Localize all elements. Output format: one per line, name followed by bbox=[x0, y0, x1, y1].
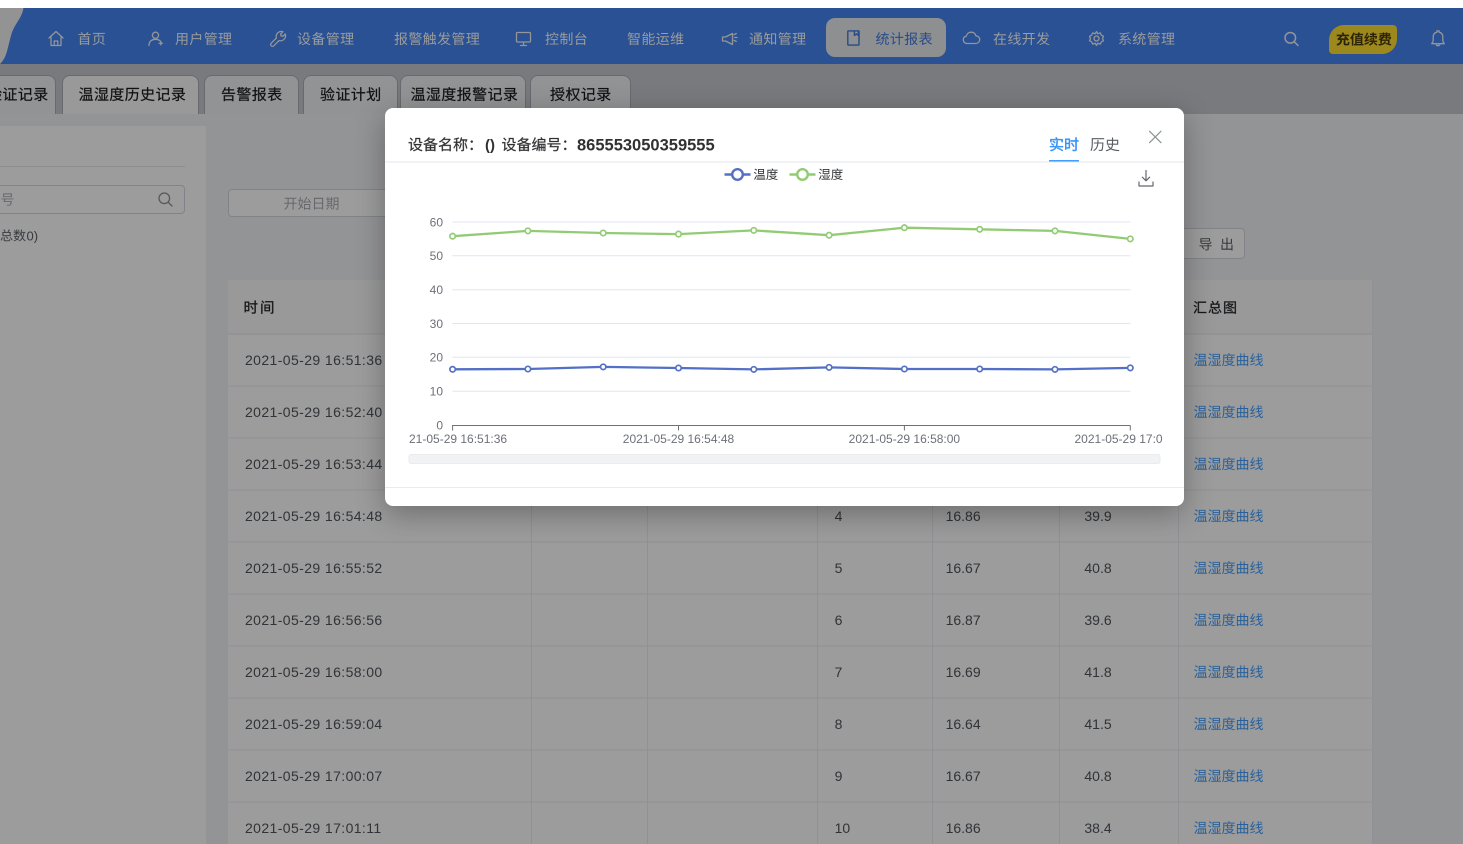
svg-text:10: 10 bbox=[430, 385, 444, 399]
svg-text:865553050359555: 865553050359555 bbox=[577, 137, 715, 155]
svg-text:0: 0 bbox=[436, 418, 443, 432]
svg-text:40: 40 bbox=[430, 283, 444, 297]
svg-text:2021-05-29 16:54:48: 2021-05-29 16:54:48 bbox=[623, 432, 735, 446]
svg-text:60: 60 bbox=[430, 215, 444, 229]
svg-text:50: 50 bbox=[430, 249, 444, 263]
svg-text:2021-05-29 17:0: 2021-05-29 17:0 bbox=[1075, 432, 1163, 446]
svg-text:(): () bbox=[485, 137, 495, 154]
svg-text:2021-05-29 16:58:00: 2021-05-29 16:58:00 bbox=[849, 432, 961, 446]
svg-text:20: 20 bbox=[430, 351, 444, 365]
svg-text:30: 30 bbox=[430, 317, 444, 331]
svg-text:21-05-29 16:51:36: 21-05-29 16:51:36 bbox=[409, 432, 507, 446]
